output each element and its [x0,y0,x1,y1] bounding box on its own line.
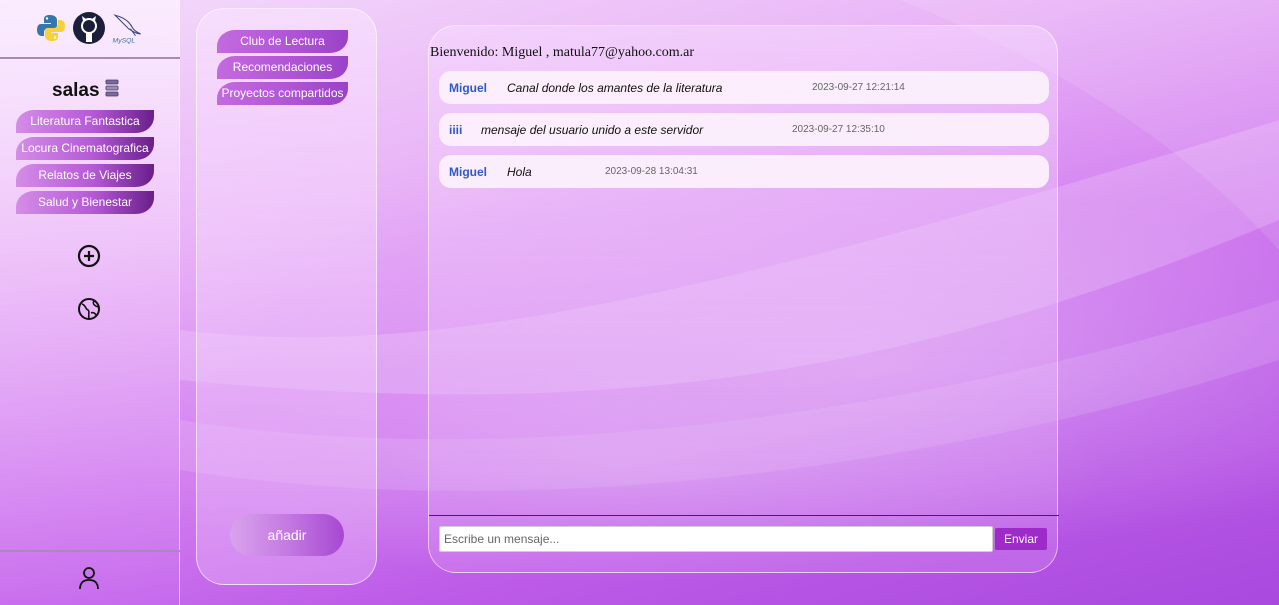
brand-logos: MySQL [34,8,144,48]
welcome-text: Bienvenido: Miguel , matula77@yahoo.com.… [430,45,695,60]
message-text: Canal donde los amantes de la literatura [507,80,723,95]
mysql-logo[interactable]: MySQL [110,9,144,47]
channel-list: Club de Lectura Recomendaciones Proyecto… [217,30,348,108]
channel-item[interactable]: Recomendaciones [217,56,348,79]
database-icon [105,79,119,103]
message-item: iiii mensaje del usuario unido a este se… [439,113,1049,146]
rooms-heading: salas [52,79,119,103]
sidebar-divider-bottom [0,550,180,552]
left-sidebar: MySQL salas Literatura Fantastica Locura… [0,0,180,605]
message-user: Miguel [449,80,487,95]
room-item[interactable]: Salud y Bienestar [16,191,154,214]
add-channel-button[interactable]: añadir [230,514,344,556]
rooms-title: salas [52,80,100,101]
message-time: 2023-09-27 12:35:10 [792,124,885,135]
channel-item[interactable]: Proyectos compartidos [217,82,348,105]
python-logo[interactable] [34,9,68,47]
message-input[interactable] [439,526,993,552]
message-text: mensaje del usuario unido a este servido… [481,122,704,137]
sidebar-divider-top [0,57,180,59]
globe-icon[interactable] [76,296,102,322]
user-icon[interactable] [76,565,102,591]
add-circle-icon[interactable] [76,243,102,269]
room-item[interactable]: Literatura Fantastica [16,110,154,133]
github-logo[interactable] [72,9,106,47]
chat-divider [429,515,1059,516]
mysql-logo-text: MySQL [113,37,136,44]
message-item: Miguel Canal donde los amantes de la lit… [439,71,1049,104]
message-item: Miguel Hola 2023-09-28 13:04:31 [439,155,1049,188]
message-text: Hola [507,164,532,179]
send-button[interactable]: Enviar [995,528,1047,550]
channel-item[interactable]: Club de Lectura [217,30,348,53]
message-time: 2023-09-27 12:21:14 [812,82,905,93]
room-item[interactable]: Relatos de Viajes [16,164,154,187]
message-user: iiii [449,122,463,137]
room-item[interactable]: Locura Cinematografica [16,137,154,160]
message-user: Miguel [449,164,487,179]
chat-panel: Bienvenido: Miguel , matula77@yahoo.com.… [428,25,1059,573]
room-list: Literatura Fantastica Locura Cinematogra… [16,110,156,218]
message-time: 2023-09-28 13:04:31 [605,166,698,177]
channel-panel: Club de Lectura Recomendaciones Proyecto… [196,8,377,585]
